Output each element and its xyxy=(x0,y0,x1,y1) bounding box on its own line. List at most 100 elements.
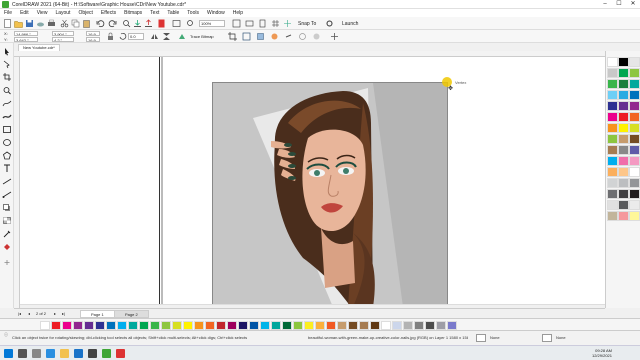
palette-swatch[interactable] xyxy=(618,134,629,144)
menu-window[interactable]: Window xyxy=(203,9,229,17)
page-prev-icon[interactable]: ◂ xyxy=(28,311,30,316)
guidelines-icon[interactable] xyxy=(283,19,292,28)
transparency-tool-icon[interactable] xyxy=(2,216,12,225)
menu-text[interactable]: Text xyxy=(146,9,163,17)
page-tab-2[interactable]: Page 2 xyxy=(114,310,149,318)
document-tab[interactable]: New Youtube.cdr* xyxy=(18,44,60,51)
save-icon[interactable] xyxy=(25,19,34,28)
palette-swatch[interactable] xyxy=(607,145,618,155)
add-icon[interactable] xyxy=(330,32,339,41)
scale-height-field[interactable]: 16.9 xyxy=(86,37,100,42)
palette-swatch[interactable] xyxy=(370,321,380,330)
cloud-icon[interactable] xyxy=(36,19,45,28)
palette-swatch[interactable] xyxy=(618,79,629,89)
store-icon[interactable] xyxy=(88,349,97,358)
trace-bitmap-dropdown[interactable]: Trace Bitmap xyxy=(190,34,214,39)
menu-table[interactable]: Table xyxy=(163,9,183,17)
mirror-horizontal-icon[interactable] xyxy=(150,32,159,41)
menu-file[interactable]: File xyxy=(0,9,16,17)
menu-tools[interactable]: Tools xyxy=(183,9,203,17)
palette-swatch[interactable] xyxy=(139,321,149,330)
palette-swatch[interactable] xyxy=(117,321,127,330)
menu-bitmaps[interactable]: Bitmaps xyxy=(120,9,146,17)
palette-swatch[interactable] xyxy=(618,200,629,210)
y-position-field[interactable]: 3.642 " xyxy=(14,37,38,42)
interactive-fill-tool-icon[interactable] xyxy=(2,242,12,251)
undo-icon[interactable] xyxy=(96,19,105,28)
palette-swatch[interactable] xyxy=(618,68,629,78)
task-view-icon[interactable] xyxy=(32,349,41,358)
palette-swatch[interactable] xyxy=(629,178,640,188)
new-document-icon[interactable] xyxy=(3,19,12,28)
menu-layout[interactable]: Layout xyxy=(51,9,74,17)
palette-swatch[interactable] xyxy=(607,112,618,122)
zoom-width-icon[interactable] xyxy=(245,19,254,28)
palette-swatch[interactable] xyxy=(607,101,618,111)
bitmap-image[interactable] xyxy=(212,82,448,306)
scale-width-field[interactable]: 16.9 xyxy=(86,31,100,36)
freehand-tool-icon[interactable] xyxy=(2,99,12,108)
palette-swatch[interactable] xyxy=(62,321,72,330)
palette-swatch[interactable] xyxy=(183,321,193,330)
mirror-vertical-icon[interactable] xyxy=(162,32,171,41)
zoom-tool-icon[interactable] xyxy=(2,86,12,95)
start-icon[interactable] xyxy=(4,349,13,358)
palette-swatch[interactable] xyxy=(150,321,160,330)
palette-swatch[interactable] xyxy=(629,101,640,111)
drop-shadow-tool-icon[interactable] xyxy=(2,203,12,212)
close-button[interactable]: ✕ xyxy=(626,0,640,9)
palette-swatch[interactable] xyxy=(425,321,435,330)
menu-edit[interactable]: Edit xyxy=(16,9,33,17)
palette-swatch[interactable] xyxy=(359,321,369,330)
polygon-tool-icon[interactable] xyxy=(2,151,12,160)
ellipse-tool-icon[interactable] xyxy=(2,138,12,147)
palette-swatch[interactable] xyxy=(304,321,314,330)
launch-dropdown[interactable]: Launch xyxy=(342,21,358,27)
palette-swatch[interactable] xyxy=(618,156,629,166)
snap-to-dropdown[interactable]: Snap To xyxy=(298,21,316,27)
palette-swatch[interactable] xyxy=(326,321,336,330)
palette-swatch[interactable] xyxy=(607,90,618,100)
palette-swatch[interactable] xyxy=(607,134,618,144)
menu-object[interactable]: Object xyxy=(74,9,96,17)
import-icon[interactable] xyxy=(133,19,142,28)
coreldraw-icon[interactable] xyxy=(102,349,111,358)
palette-swatch[interactable] xyxy=(216,321,226,330)
palette-swatch[interactable] xyxy=(403,321,413,330)
page-first-icon[interactable]: |◂ xyxy=(18,311,21,316)
paste-icon[interactable] xyxy=(82,19,91,28)
palette-swatch[interactable] xyxy=(629,112,640,122)
palette-swatch[interactable] xyxy=(618,101,629,111)
palette-swatch[interactable] xyxy=(348,321,358,330)
copy-icon[interactable] xyxy=(71,19,80,28)
trace-bitmap-icon[interactable] xyxy=(178,32,187,41)
parallel-dimension-tool-icon[interactable] xyxy=(2,177,12,186)
full-page-icon[interactable] xyxy=(232,19,241,28)
open-folder-icon[interactable] xyxy=(14,19,23,28)
palette-swatch[interactable] xyxy=(337,321,347,330)
lock-ratio-icon[interactable] xyxy=(106,32,115,41)
palette-swatch[interactable] xyxy=(607,79,618,89)
palette-swatch[interactable] xyxy=(629,79,640,89)
settings-gear-icon[interactable] xyxy=(325,19,334,28)
zoom-height-icon[interactable] xyxy=(258,19,267,28)
palette-swatch[interactable] xyxy=(40,321,50,330)
palette-swatch[interactable] xyxy=(392,321,402,330)
shape-tool-icon[interactable] xyxy=(2,60,12,69)
palette-swatch[interactable] xyxy=(436,321,446,330)
print-icon[interactable] xyxy=(47,19,56,28)
palette-swatch[interactable] xyxy=(227,321,237,330)
edit-bitmap-icon[interactable] xyxy=(242,32,251,41)
palette-swatch[interactable] xyxy=(51,321,61,330)
zoom-icon[interactable] xyxy=(186,19,195,28)
link-icon[interactable] xyxy=(284,32,293,41)
cut-icon[interactable] xyxy=(60,19,69,28)
mail-icon[interactable] xyxy=(74,349,83,358)
palette-swatch[interactable] xyxy=(629,123,640,133)
palette-swatch[interactable] xyxy=(607,123,618,133)
palette-swatch[interactable] xyxy=(161,321,171,330)
palette-swatch[interactable] xyxy=(447,321,457,330)
palette-swatch[interactable] xyxy=(194,321,204,330)
maximize-button[interactable]: ☐ xyxy=(612,0,626,9)
rectangle-tool-icon[interactable] xyxy=(2,125,12,134)
